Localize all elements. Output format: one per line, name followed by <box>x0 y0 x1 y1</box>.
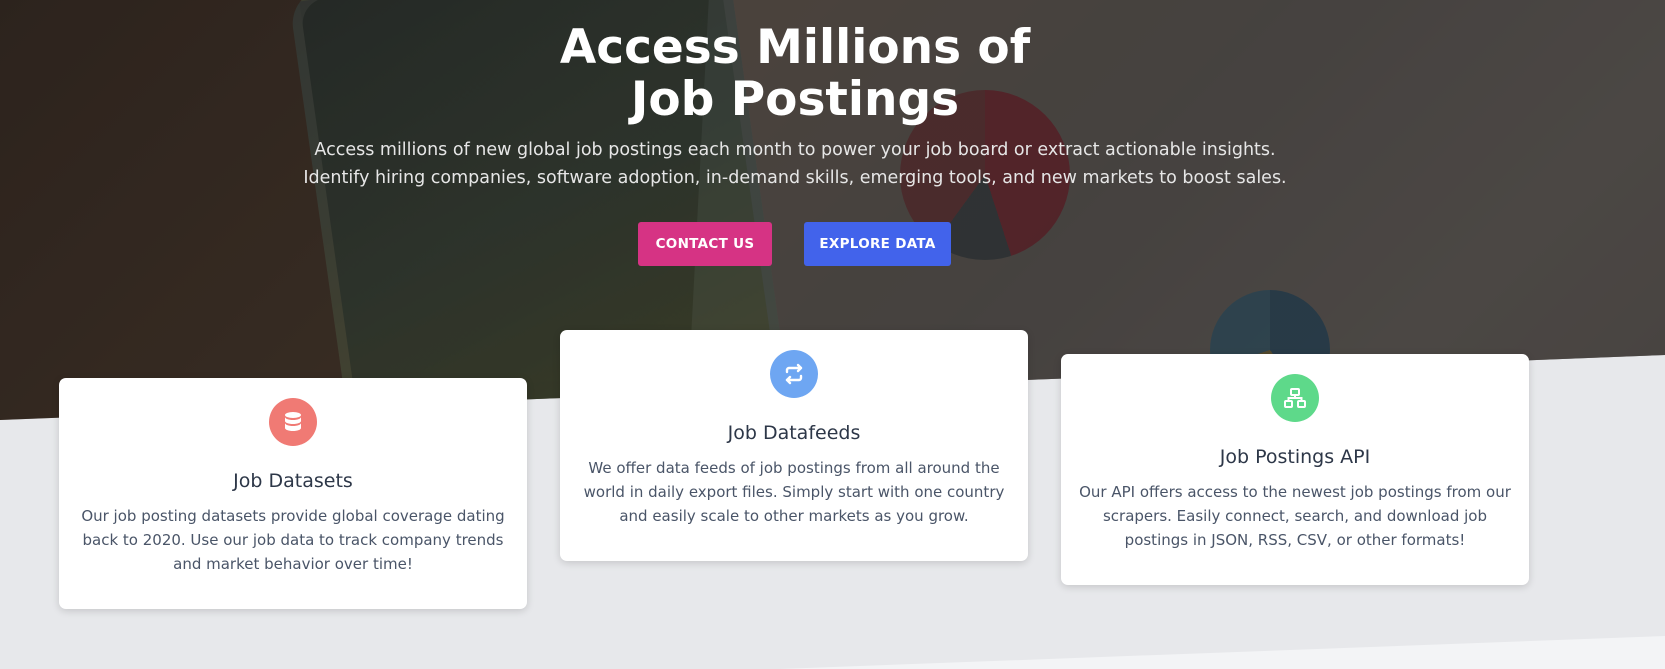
sync-arrows-icon <box>770 350 818 398</box>
hero-title-line1: Access Millions of <box>559 20 1031 75</box>
card-title: Job Datasets <box>233 470 353 492</box>
card-job-datafeeds: Job Datafeeds We offer data feeds of job… <box>560 330 1028 561</box>
hero-title-line2: Job Postings <box>630 72 960 127</box>
card-description: Our job posting datasets provide global … <box>81 507 505 573</box>
contact-us-button[interactable]: CONTACT US <box>638 222 772 266</box>
hero-title: Access Millions of Job Postings <box>0 22 1590 126</box>
hero-subtitle: Access millions of new global job postin… <box>303 140 1287 188</box>
card-job-datasets: Job Datasets Our job posting datasets pr… <box>59 378 527 609</box>
explore-data-button[interactable]: EXPLORE DATA <box>804 222 951 266</box>
card-description: We offer data feeds of job postings from… <box>583 459 1005 525</box>
database-icon <box>269 398 317 446</box>
card-description: Our API offers access to the newest job … <box>1079 483 1511 549</box>
card-job-postings-api: Job Postings API Our API offers access t… <box>1061 354 1529 585</box>
card-title: Job Datafeeds <box>727 422 861 444</box>
network-icon <box>1271 374 1319 422</box>
card-title: Job Postings API <box>1219 446 1371 468</box>
